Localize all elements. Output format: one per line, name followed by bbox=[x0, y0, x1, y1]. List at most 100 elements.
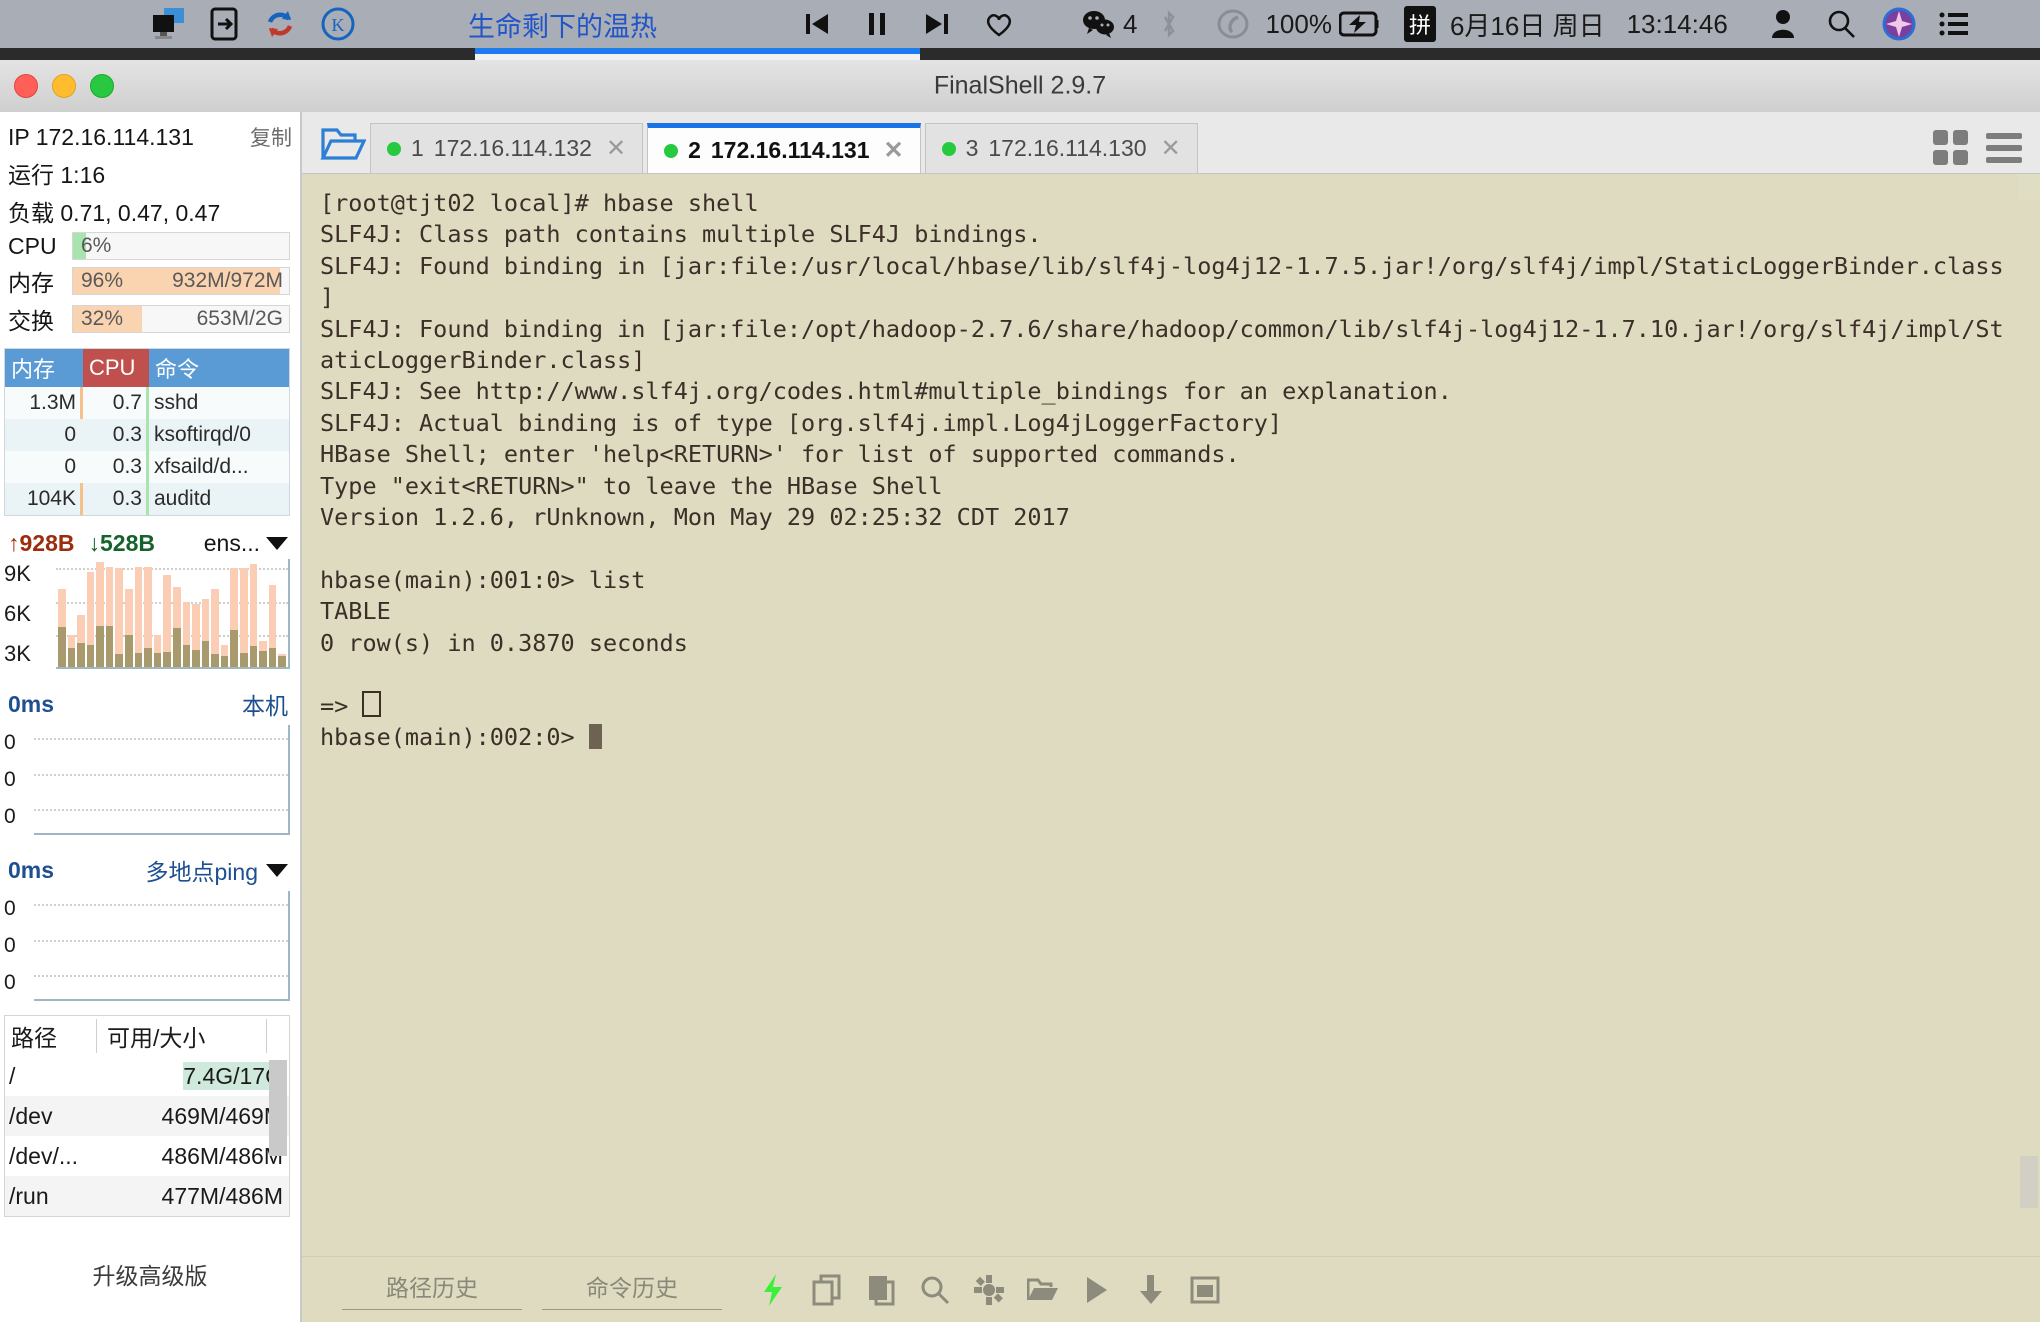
ping-axis-tick: 0 bbox=[4, 897, 16, 921]
process-col-memory[interactable]: 内存 bbox=[5, 349, 83, 387]
process-cpu-value: 0.3 bbox=[83, 451, 149, 483]
download-bar bbox=[172, 628, 181, 667]
refresh-icon[interactable] bbox=[252, 7, 308, 41]
ping-axis-tick: 0 bbox=[4, 970, 16, 994]
settings-icon[interactable] bbox=[972, 1273, 1006, 1307]
table-row[interactable]: 0 0.3 xfsaild/d... bbox=[5, 451, 289, 483]
local-ping-title[interactable]: 本机 bbox=[242, 687, 288, 721]
process-command-value: sshd bbox=[154, 391, 199, 414]
next-track-icon[interactable] bbox=[907, 10, 967, 38]
server-ip-label: IP 172.16.114.131 bbox=[8, 124, 194, 150]
terminal-result-prefix: => bbox=[320, 691, 363, 720]
search-icon[interactable] bbox=[1812, 9, 1870, 39]
wechat-icon[interactable] bbox=[1075, 9, 1123, 39]
multi-ping-selector[interactable]: 多地点ping bbox=[146, 853, 288, 887]
paste-icon[interactable] bbox=[864, 1273, 898, 1307]
multi-ping-axis: 0 0 0 bbox=[4, 891, 34, 1001]
heart-icon[interactable] bbox=[967, 10, 1031, 38]
network-bar bbox=[125, 559, 133, 667]
kuwo-icon[interactable]: K bbox=[308, 6, 368, 42]
table-row[interactable]: / 7.4G/17G bbox=[5, 1056, 289, 1096]
memory-meter-row: 内存 96% 932M/972M bbox=[0, 262, 300, 300]
tab-bar-actions bbox=[1933, 130, 2040, 173]
command-history-input[interactable]: 命令历史 bbox=[542, 1269, 722, 1310]
table-row[interactable]: /dev/... 486M/486M bbox=[5, 1136, 289, 1176]
terminal-wrapper: [root@tjt02 local]# hbase shell SLF4J: C… bbox=[302, 174, 2040, 1256]
connection-status-icon bbox=[664, 143, 679, 158]
open-folder-icon[interactable] bbox=[316, 117, 370, 171]
siri-icon[interactable] bbox=[1870, 7, 1928, 41]
search-icon[interactable] bbox=[918, 1273, 952, 1307]
tab-2[interactable]: 2 172.16.114.131 ✕ bbox=[647, 123, 921, 173]
chevron-down-icon bbox=[266, 537, 288, 550]
path-history-input[interactable]: 路径历史 bbox=[342, 1269, 522, 1310]
close-icon[interactable]: ✕ bbox=[883, 136, 903, 165]
copy-button[interactable]: 复制 bbox=[250, 122, 292, 152]
network-interface-selector[interactable]: ens... bbox=[204, 530, 288, 557]
table-row[interactable]: /run 477M/486M bbox=[5, 1176, 289, 1216]
network-graph-canvas bbox=[56, 559, 290, 669]
control-center-icon[interactable] bbox=[1928, 11, 1980, 37]
process-col-cpu[interactable]: CPU bbox=[83, 349, 149, 387]
process-col-command[interactable]: 命令 bbox=[149, 349, 289, 387]
screen-mirror-icon[interactable] bbox=[1201, 8, 1265, 40]
input-method-icon[interactable]: 拼 bbox=[1390, 6, 1450, 42]
play-icon[interactable] bbox=[1080, 1273, 1114, 1307]
close-icon[interactable]: ✕ bbox=[606, 134, 626, 163]
uptime-label: 运行 1:16 bbox=[8, 162, 106, 188]
tab-index: 2 bbox=[688, 137, 701, 163]
close-icon[interactable]: ✕ bbox=[1161, 134, 1181, 163]
chevron-down-icon bbox=[266, 863, 288, 877]
window-titlebar: FinalShell 2.9.7 bbox=[0, 60, 2040, 113]
terminal-output[interactable]: [root@tjt02 local]# hbase shell SLF4J: C… bbox=[302, 174, 2018, 1256]
network-bar bbox=[278, 559, 286, 667]
previous-track-icon[interactable] bbox=[787, 10, 847, 38]
pause-icon[interactable] bbox=[847, 10, 907, 38]
macos-menu-bar: K 生命剩下的温热 4 100% 拼 6月16日 周日 13:14:46 bbox=[0, 0, 2040, 48]
download-bar bbox=[144, 647, 152, 667]
menubar-date[interactable]: 6月16日 周日 bbox=[1450, 6, 1605, 43]
server-monitor-sidebar: IP 172.16.114.131 复制 运行 1:16 负载 0.71, 0.… bbox=[0, 112, 302, 1322]
main-panel: 1 172.16.114.132 ✕ 2 172.16.114.131 ✕ 3 … bbox=[302, 112, 2040, 1322]
now-playing-title[interactable]: 生命剩下的温热 bbox=[468, 5, 657, 44]
display-icon[interactable] bbox=[140, 7, 196, 41]
network-axis-tick: 6K bbox=[4, 601, 31, 626]
folder-icon[interactable] bbox=[1026, 1273, 1060, 1307]
tab-1[interactable]: 1 172.16.114.132 ✕ bbox=[370, 123, 644, 173]
upgrade-link[interactable]: 升级高级版 bbox=[0, 1257, 300, 1291]
scrollbar-thumb[interactable] bbox=[2020, 1156, 2038, 1208]
table-row[interactable]: /dev 469M/469M bbox=[5, 1096, 289, 1136]
menubar-time[interactable]: 13:14:46 bbox=[1627, 9, 1728, 40]
terminal-scrollbar[interactable] bbox=[2018, 174, 2040, 1256]
memory-meter-label: 内存 bbox=[8, 270, 54, 296]
download-bar bbox=[67, 647, 76, 667]
cpu-meter: 6% bbox=[72, 232, 290, 260]
disk-col-path[interactable]: 路径 bbox=[5, 1019, 97, 1053]
list-view-icon[interactable] bbox=[1986, 132, 2022, 163]
input-method-label: 拼 bbox=[1403, 6, 1436, 42]
airplay-icon[interactable] bbox=[196, 7, 252, 41]
download-icon[interactable] bbox=[1134, 1273, 1168, 1307]
battery-charging-icon[interactable] bbox=[1332, 11, 1390, 37]
lightning-icon[interactable] bbox=[756, 1273, 790, 1307]
local-ping-axis: 0 0 0 bbox=[4, 725, 34, 835]
disk-size: 7.4G/17G bbox=[97, 1061, 289, 1090]
disk-table-scrollbar[interactable] bbox=[269, 1060, 287, 1156]
memory-meter-value: 932M/972M bbox=[172, 269, 283, 292]
table-row[interactable]: 104K 0.3 auditd bbox=[5, 483, 289, 515]
copy-icon[interactable] bbox=[810, 1273, 844, 1307]
bluetooth-icon[interactable] bbox=[1137, 8, 1201, 40]
tab-index: 1 bbox=[411, 135, 424, 161]
terminal-line: Version 1.2.6, rUnknown, Mon May 29 02:2… bbox=[320, 503, 1070, 532]
disk-col-size[interactable]: 可用/大小 bbox=[97, 1019, 267, 1053]
terminal-line: HBase Shell; enter 'help<RETURN>' for li… bbox=[320, 440, 1240, 469]
window-icon[interactable] bbox=[1188, 1273, 1222, 1307]
process-table: 内存 CPU 命令 1.3M 0.7 sshd 0 0.3 ksoftirqd/… bbox=[4, 348, 290, 516]
user-icon[interactable] bbox=[1754, 9, 1812, 39]
table-row[interactable]: 0 0.3 ksoftirqd/0 bbox=[5, 419, 289, 451]
tab-3[interactable]: 3 172.16.114.130 ✕ bbox=[924, 123, 1198, 173]
grid-view-icon[interactable] bbox=[1933, 130, 1968, 165]
network-axis-tick: 3K bbox=[4, 641, 31, 666]
terminal-cursor bbox=[588, 723, 602, 749]
table-row[interactable]: 1.3M 0.7 sshd bbox=[5, 387, 289, 419]
